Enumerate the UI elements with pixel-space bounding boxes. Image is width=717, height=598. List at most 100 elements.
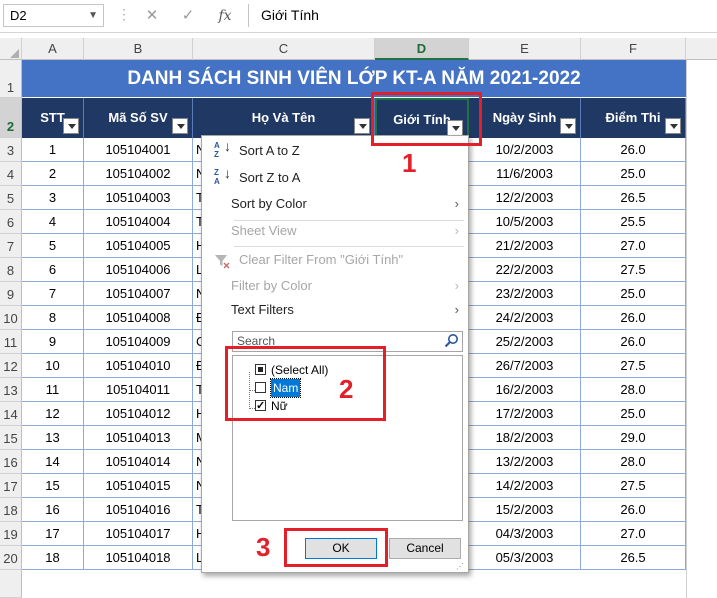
- cell-ngay-sinh[interactable]: 05/3/2003: [469, 546, 581, 570]
- column-header-e[interactable]: E: [469, 38, 581, 60]
- row-header[interactable]: 15: [0, 426, 22, 450]
- row-header[interactable]: 17: [0, 474, 22, 498]
- cancel-icon[interactable]: ✕: [141, 5, 163, 27]
- insert-function-icon[interactable]: fx: [214, 5, 236, 27]
- cell-ma-so-sv[interactable]: 105104016: [84, 498, 193, 522]
- cell-stt[interactable]: 14: [22, 450, 84, 474]
- cell-stt[interactable]: 8: [22, 306, 84, 330]
- cell-stt[interactable]: 9: [22, 330, 84, 354]
- formula-input[interactable]: Giới Tính: [248, 4, 717, 27]
- cell-ngay-sinh[interactable]: 23/2/2003: [469, 282, 581, 306]
- cell-stt[interactable]: 7: [22, 282, 84, 306]
- cell-stt[interactable]: 17: [22, 522, 84, 546]
- cell-stt[interactable]: 12: [22, 402, 84, 426]
- column-header-b[interactable]: B: [84, 38, 193, 60]
- cell-diem-thi[interactable]: 27.5: [581, 354, 686, 378]
- cell-diem-thi[interactable]: 26.5: [581, 186, 686, 210]
- row-header[interactable]: 4: [0, 162, 22, 186]
- cell-ngay-sinh[interactable]: 21/2/2003: [469, 234, 581, 258]
- cell-ma-so-sv[interactable]: 105104010: [84, 354, 193, 378]
- cell-ngay-sinh[interactable]: 11/6/2003: [469, 162, 581, 186]
- cell-diem-thi[interactable]: 27.0: [581, 234, 686, 258]
- cell-stt[interactable]: 13: [22, 426, 84, 450]
- cancel-button[interactable]: Cancel: [389, 538, 461, 559]
- select-all-corner[interactable]: [0, 38, 22, 60]
- cell-stt[interactable]: 11: [22, 378, 84, 402]
- cell-ma-so-sv[interactable]: 105104006: [84, 258, 193, 282]
- cell-diem-thi[interactable]: 26.0: [581, 330, 686, 354]
- cell-diem-thi[interactable]: 26.0: [581, 498, 686, 522]
- cell-diem-thi[interactable]: 25.0: [581, 282, 686, 306]
- cell-stt[interactable]: 4: [22, 210, 84, 234]
- row-header[interactable]: 19: [0, 522, 22, 546]
- cell-ngay-sinh[interactable]: 18/2/2003: [469, 426, 581, 450]
- cell-ngay-sinh[interactable]: 22/2/2003: [469, 258, 581, 282]
- row-header[interactable]: 13: [0, 378, 22, 402]
- cell-ma-so-sv[interactable]: 105104012: [84, 402, 193, 426]
- cell-ma-so-sv[interactable]: 105104014: [84, 450, 193, 474]
- row-header[interactable]: 2: [0, 98, 22, 138]
- header-ngay-sinh[interactable]: Ngày Sinh: [469, 98, 581, 138]
- resize-grip-icon[interactable]: ⋰: [456, 562, 466, 571]
- row-header[interactable]: 9: [0, 282, 22, 306]
- cell-ngay-sinh[interactable]: 26/7/2003: [469, 354, 581, 378]
- cell-ma-so-sv[interactable]: 105104001: [84, 138, 193, 162]
- cell-diem-thi[interactable]: 27.5: [581, 258, 686, 282]
- clear-filter-item[interactable]: Clear Filter From "Giới Tính": [202, 247, 468, 273]
- row-header[interactable]: 5: [0, 186, 22, 210]
- cell-ngay-sinh[interactable]: 12/2/2003: [469, 186, 581, 210]
- cell-diem-thi[interactable]: 25.0: [581, 162, 686, 186]
- cell-ma-so-sv[interactable]: 105104008: [84, 306, 193, 330]
- cell-stt[interactable]: 2: [22, 162, 84, 186]
- cell-ma-so-sv[interactable]: 105104017: [84, 522, 193, 546]
- sort-by-color-item[interactable]: Sort by Color ›: [202, 191, 468, 217]
- cell-ngay-sinh[interactable]: 10/2/2003: [469, 138, 581, 162]
- cell-stt[interactable]: 5: [22, 234, 84, 258]
- cell-stt[interactable]: 18: [22, 546, 84, 570]
- cell-stt[interactable]: 15: [22, 474, 84, 498]
- row-header[interactable]: [0, 570, 22, 598]
- row-header[interactable]: 8: [0, 258, 22, 282]
- row-header[interactable]: 10: [0, 306, 22, 330]
- cell-ma-so-sv[interactable]: 105104009: [84, 330, 193, 354]
- cell-diem-thi[interactable]: 28.0: [581, 378, 686, 402]
- filter-dropdown-icon[interactable]: [665, 118, 681, 134]
- cell-ngay-sinh[interactable]: 25/2/2003: [469, 330, 581, 354]
- column-header-c[interactable]: C: [193, 38, 375, 60]
- drag-handle-icon[interactable]: ⋮: [117, 6, 131, 23]
- cell-ma-so-sv[interactable]: 105104015: [84, 474, 193, 498]
- cell-diem-thi[interactable]: 28.0: [581, 450, 686, 474]
- row-header[interactable]: 16: [0, 450, 22, 474]
- name-box[interactable]: D2 ▼: [3, 4, 104, 27]
- row-header[interactable]: 14: [0, 402, 22, 426]
- row-header[interactable]: 3: [0, 138, 22, 162]
- cell-diem-thi[interactable]: 27.5: [581, 474, 686, 498]
- header-ho-va-ten[interactable]: Họ Và Tên: [193, 98, 375, 138]
- row-header[interactable]: 7: [0, 234, 22, 258]
- filter-dropdown-icon[interactable]: [560, 118, 576, 134]
- header-ma-so-sv[interactable]: Mã Số SV: [84, 98, 193, 138]
- cell-ma-so-sv[interactable]: 105104005: [84, 234, 193, 258]
- row-header[interactable]: 11: [0, 330, 22, 354]
- row-header[interactable]: 20: [0, 546, 22, 570]
- cell-stt[interactable]: 10: [22, 354, 84, 378]
- cell-stt[interactable]: 16: [22, 498, 84, 522]
- text-filters-item[interactable]: Text Filters ›: [202, 297, 468, 323]
- sheet-view-item[interactable]: Sheet View ›: [202, 218, 468, 244]
- cell-ma-so-sv[interactable]: 105104018: [84, 546, 193, 570]
- cell-ngay-sinh[interactable]: 14/2/2003: [469, 474, 581, 498]
- cell-ngay-sinh[interactable]: 17/2/2003: [469, 402, 581, 426]
- cell-diem-thi[interactable]: 29.0: [581, 426, 686, 450]
- cell-diem-thi[interactable]: 26.5: [581, 546, 686, 570]
- row-header[interactable]: 12: [0, 354, 22, 378]
- cell-ngay-sinh[interactable]: 24/2/2003: [469, 306, 581, 330]
- cell-ngay-sinh[interactable]: 15/2/2003: [469, 498, 581, 522]
- cell-stt[interactable]: 3: [22, 186, 84, 210]
- cell-ma-so-sv[interactable]: 105104004: [84, 210, 193, 234]
- column-g-area[interactable]: [686, 60, 717, 598]
- cell-ngay-sinh[interactable]: 10/5/2003: [469, 210, 581, 234]
- column-header-f[interactable]: F: [581, 38, 686, 60]
- cell-stt[interactable]: 6: [22, 258, 84, 282]
- row-header[interactable]: 18: [0, 498, 22, 522]
- enter-icon[interactable]: ✓: [177, 5, 199, 27]
